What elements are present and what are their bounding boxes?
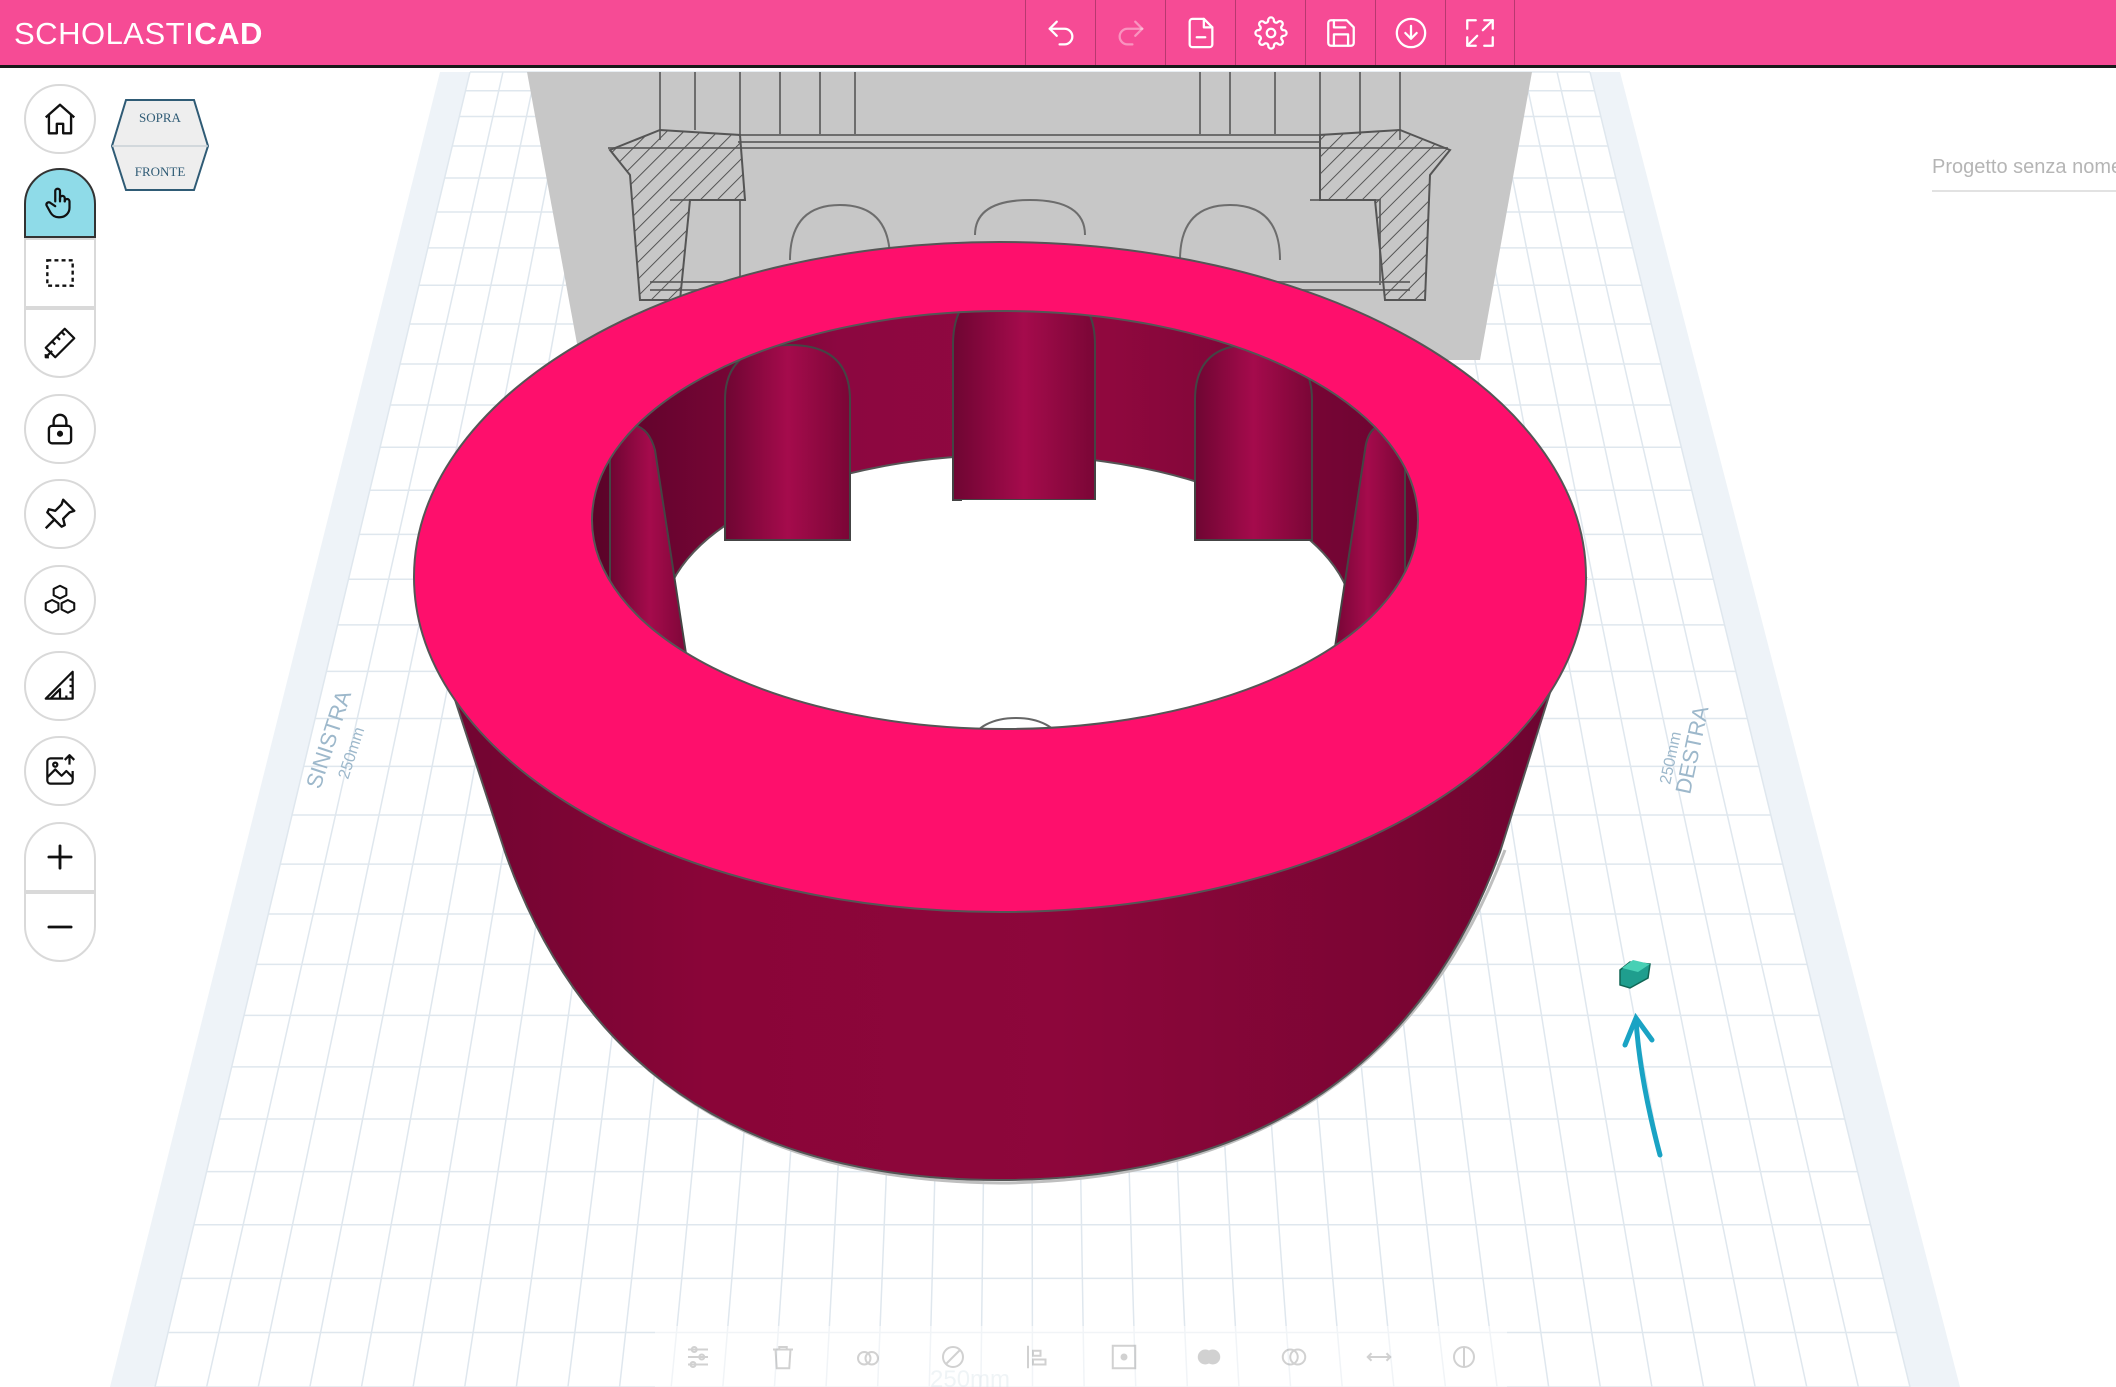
sliders-icon — [687, 1345, 708, 1368]
project-name-input[interactable]: Progetto senza nome — [1932, 152, 2116, 192]
properties-button[interactable] — [678, 1337, 718, 1377]
union-button[interactable] — [1189, 1337, 1229, 1377]
pin-button[interactable] — [24, 479, 96, 549]
cubes-icon — [44, 584, 76, 614]
zoom-out-button[interactable] — [24, 892, 96, 962]
home-icon — [44, 103, 76, 135]
redo-icon — [1118, 20, 1143, 45]
scene-canvas[interactable]: SINISTRA 250mm DESTRA 250mm 250mm — [0, 68, 2116, 1387]
intersect-icon — [1281, 1348, 1307, 1365]
select-tool-button[interactable] — [24, 168, 96, 238]
objects-button[interactable] — [24, 565, 96, 635]
fullscreen-button[interactable] — [1445, 0, 1515, 65]
redo-button[interactable] — [1095, 0, 1165, 65]
union-icon — [1197, 1349, 1220, 1364]
main-toolbar — [1025, 0, 1515, 65]
flip-icon — [1453, 1345, 1476, 1368]
lock-button[interactable] — [24, 394, 96, 464]
3d-viewport[interactable]: SINISTRA 250mm DESTRA 250mm 250mm — [0, 68, 2116, 1387]
lock-icon — [47, 413, 73, 445]
set-square-icon — [44, 670, 74, 700]
view-cube-front[interactable]: FRONTE — [135, 164, 186, 179]
new-file-icon — [1188, 17, 1213, 48]
group-icon — [1111, 1344, 1136, 1369]
trash-icon — [772, 1345, 793, 1369]
view-cube[interactable]: SOPRA FRONTE — [110, 94, 210, 196]
app-logo[interactable]: SCHOLASTICAD — [14, 14, 263, 54]
settings-button[interactable] — [1235, 0, 1305, 65]
intersect-button[interactable] — [1274, 1337, 1314, 1377]
workplane-button[interactable] — [24, 651, 96, 721]
home-button[interactable] — [24, 84, 96, 154]
duplicate-icon — [856, 1350, 879, 1365]
download-button[interactable] — [1375, 0, 1445, 65]
hole-icon — [942, 1345, 965, 1368]
pin-icon — [44, 498, 76, 530]
image-upload-icon — [46, 754, 76, 785]
top-bar: SCHOLASTICAD — [0, 0, 2116, 68]
download-icon — [1395, 17, 1426, 48]
dashed-rectangle-icon — [46, 259, 74, 287]
mirror-button[interactable] — [1359, 1337, 1399, 1377]
minus-icon — [47, 925, 73, 929]
save-icon — [1326, 18, 1355, 47]
gear-icon — [1253, 15, 1288, 50]
plus-icon — [47, 844, 73, 870]
measure-button[interactable] — [24, 308, 96, 378]
box-select-button[interactable] — [24, 238, 96, 308]
align-icon — [1027, 1345, 1047, 1368]
undo-button[interactable] — [1025, 0, 1095, 65]
duplicate-button[interactable] — [848, 1337, 888, 1377]
view-cube-top[interactable]: SOPRA — [139, 110, 182, 125]
zoom-in-button[interactable] — [24, 822, 96, 892]
flip-button[interactable] — [1444, 1337, 1484, 1377]
fullscreen-icon — [1466, 18, 1494, 47]
group-button[interactable] — [1104, 1337, 1144, 1377]
delete-button[interactable] — [763, 1337, 803, 1377]
ruler-icon — [44, 327, 76, 359]
hole-button[interactable] — [933, 1337, 973, 1377]
new-file-button[interactable] — [1165, 0, 1235, 65]
hand-pointer-icon — [45, 187, 71, 219]
mirror-icon — [1366, 1352, 1392, 1361]
bottom-toolbar — [655, 1326, 1507, 1387]
align-button[interactable] — [1018, 1337, 1058, 1377]
import-image-button[interactable] — [24, 736, 96, 806]
undo-icon — [1048, 20, 1073, 45]
save-button[interactable] — [1305, 0, 1375, 65]
